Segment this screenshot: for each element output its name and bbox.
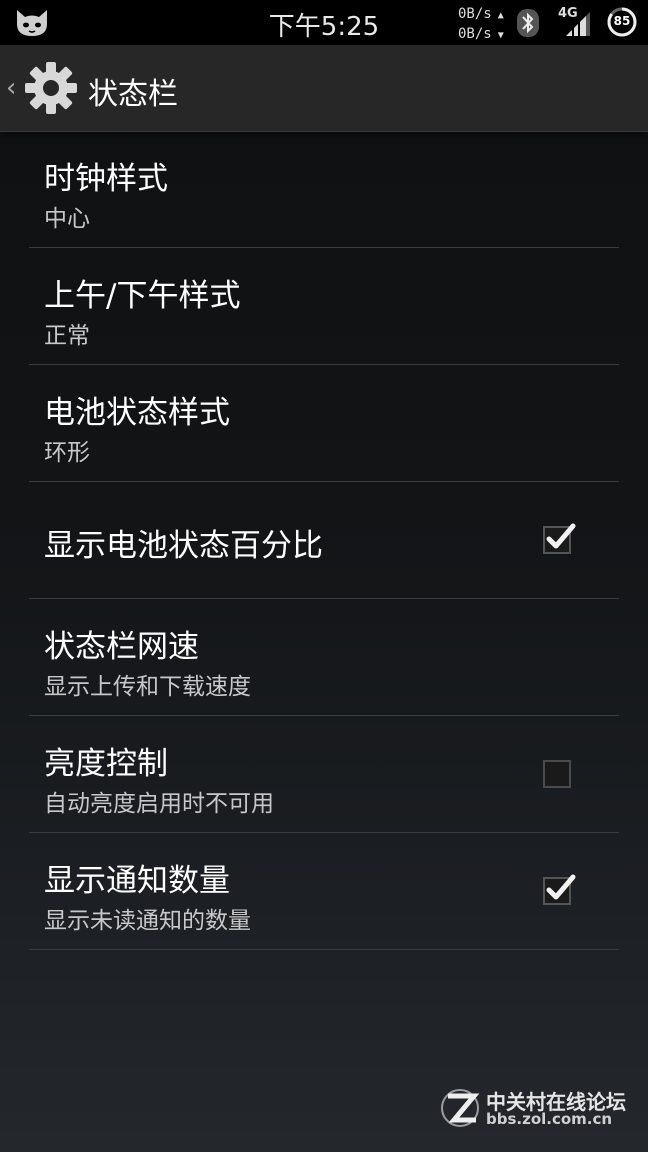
battery-percent-checkbox[interactable]	[543, 523, 576, 554]
battery-icon: 85	[606, 6, 638, 38]
settings-list: 时钟样式 中心 上午/下午样式 正常 电池状态样式 环形 显示电池状态百分比 状…	[29, 131, 619, 950]
pref-title: 状态栏网速	[44, 629, 199, 665]
pref-title: 时钟样式	[44, 161, 168, 197]
pref-clock-style[interactable]: 时钟样式 中心	[29, 131, 619, 248]
pref-summary: 显示上传和下载速度	[44, 674, 251, 700]
pref-title: 显示电池状态百分比	[44, 528, 323, 564]
up-button[interactable]: ‹	[0, 45, 84, 131]
zol-logo-icon	[441, 1089, 480, 1127]
watermark: 中关村在线论坛 bbs.zol.com.cn	[440, 1082, 640, 1132]
brightness-control-checkbox[interactable]	[543, 760, 571, 788]
pref-title: 上午/下午样式	[44, 278, 241, 314]
action-bar: ‹ 状态栏	[0, 45, 648, 132]
pref-summary: 环形	[44, 440, 90, 466]
signal-icon	[566, 12, 590, 36]
pref-summary: 正常	[44, 323, 90, 349]
pref-title: 电池状态样式	[44, 395, 230, 431]
pref-notification-count[interactable]: 显示通知数量 显示未读通知的数量	[29, 833, 619, 950]
pref-summary: 自动亮度启用时不可用	[44, 791, 274, 817]
status-bar: 下午5:25 0B/s ▲ 0B/s ▼ 4G 85	[0, 0, 648, 45]
network-speed: 0B/s ▲ 0B/s ▼	[458, 6, 504, 42]
back-chevron-icon: ‹	[6, 73, 17, 103]
net-up-speed: 0B/s	[458, 6, 492, 22]
pref-network-speed[interactable]: 状态栏网速 显示上传和下载速度	[29, 599, 619, 716]
gear-icon	[25, 62, 77, 114]
page-title: 状态栏	[88, 77, 178, 112]
pref-title: 亮度控制	[44, 746, 168, 782]
pref-title: 显示通知数量	[44, 863, 230, 899]
status-time: 下午5:25	[268, 12, 380, 42]
bluetooth-icon	[517, 9, 539, 37]
pref-ampm-style[interactable]: 上午/下午样式 正常	[29, 248, 619, 365]
notification-count-checkbox[interactable]	[543, 874, 576, 905]
pref-summary: 中心	[44, 206, 90, 232]
battery-level: 85	[613, 14, 631, 28]
pref-battery-percent[interactable]: 显示电池状态百分比	[29, 482, 619, 599]
watermark-url: bbs.zol.com.cn	[486, 1110, 613, 1128]
check-icon	[546, 874, 576, 900]
pref-summary: 显示未读通知的数量	[44, 908, 251, 934]
pref-battery-style[interactable]: 电池状态样式 环形	[29, 365, 619, 482]
net-down-speed: 0B/s	[458, 26, 492, 42]
check-icon	[546, 523, 576, 549]
pref-brightness-control[interactable]: 亮度控制 自动亮度启用时不可用	[29, 716, 619, 833]
